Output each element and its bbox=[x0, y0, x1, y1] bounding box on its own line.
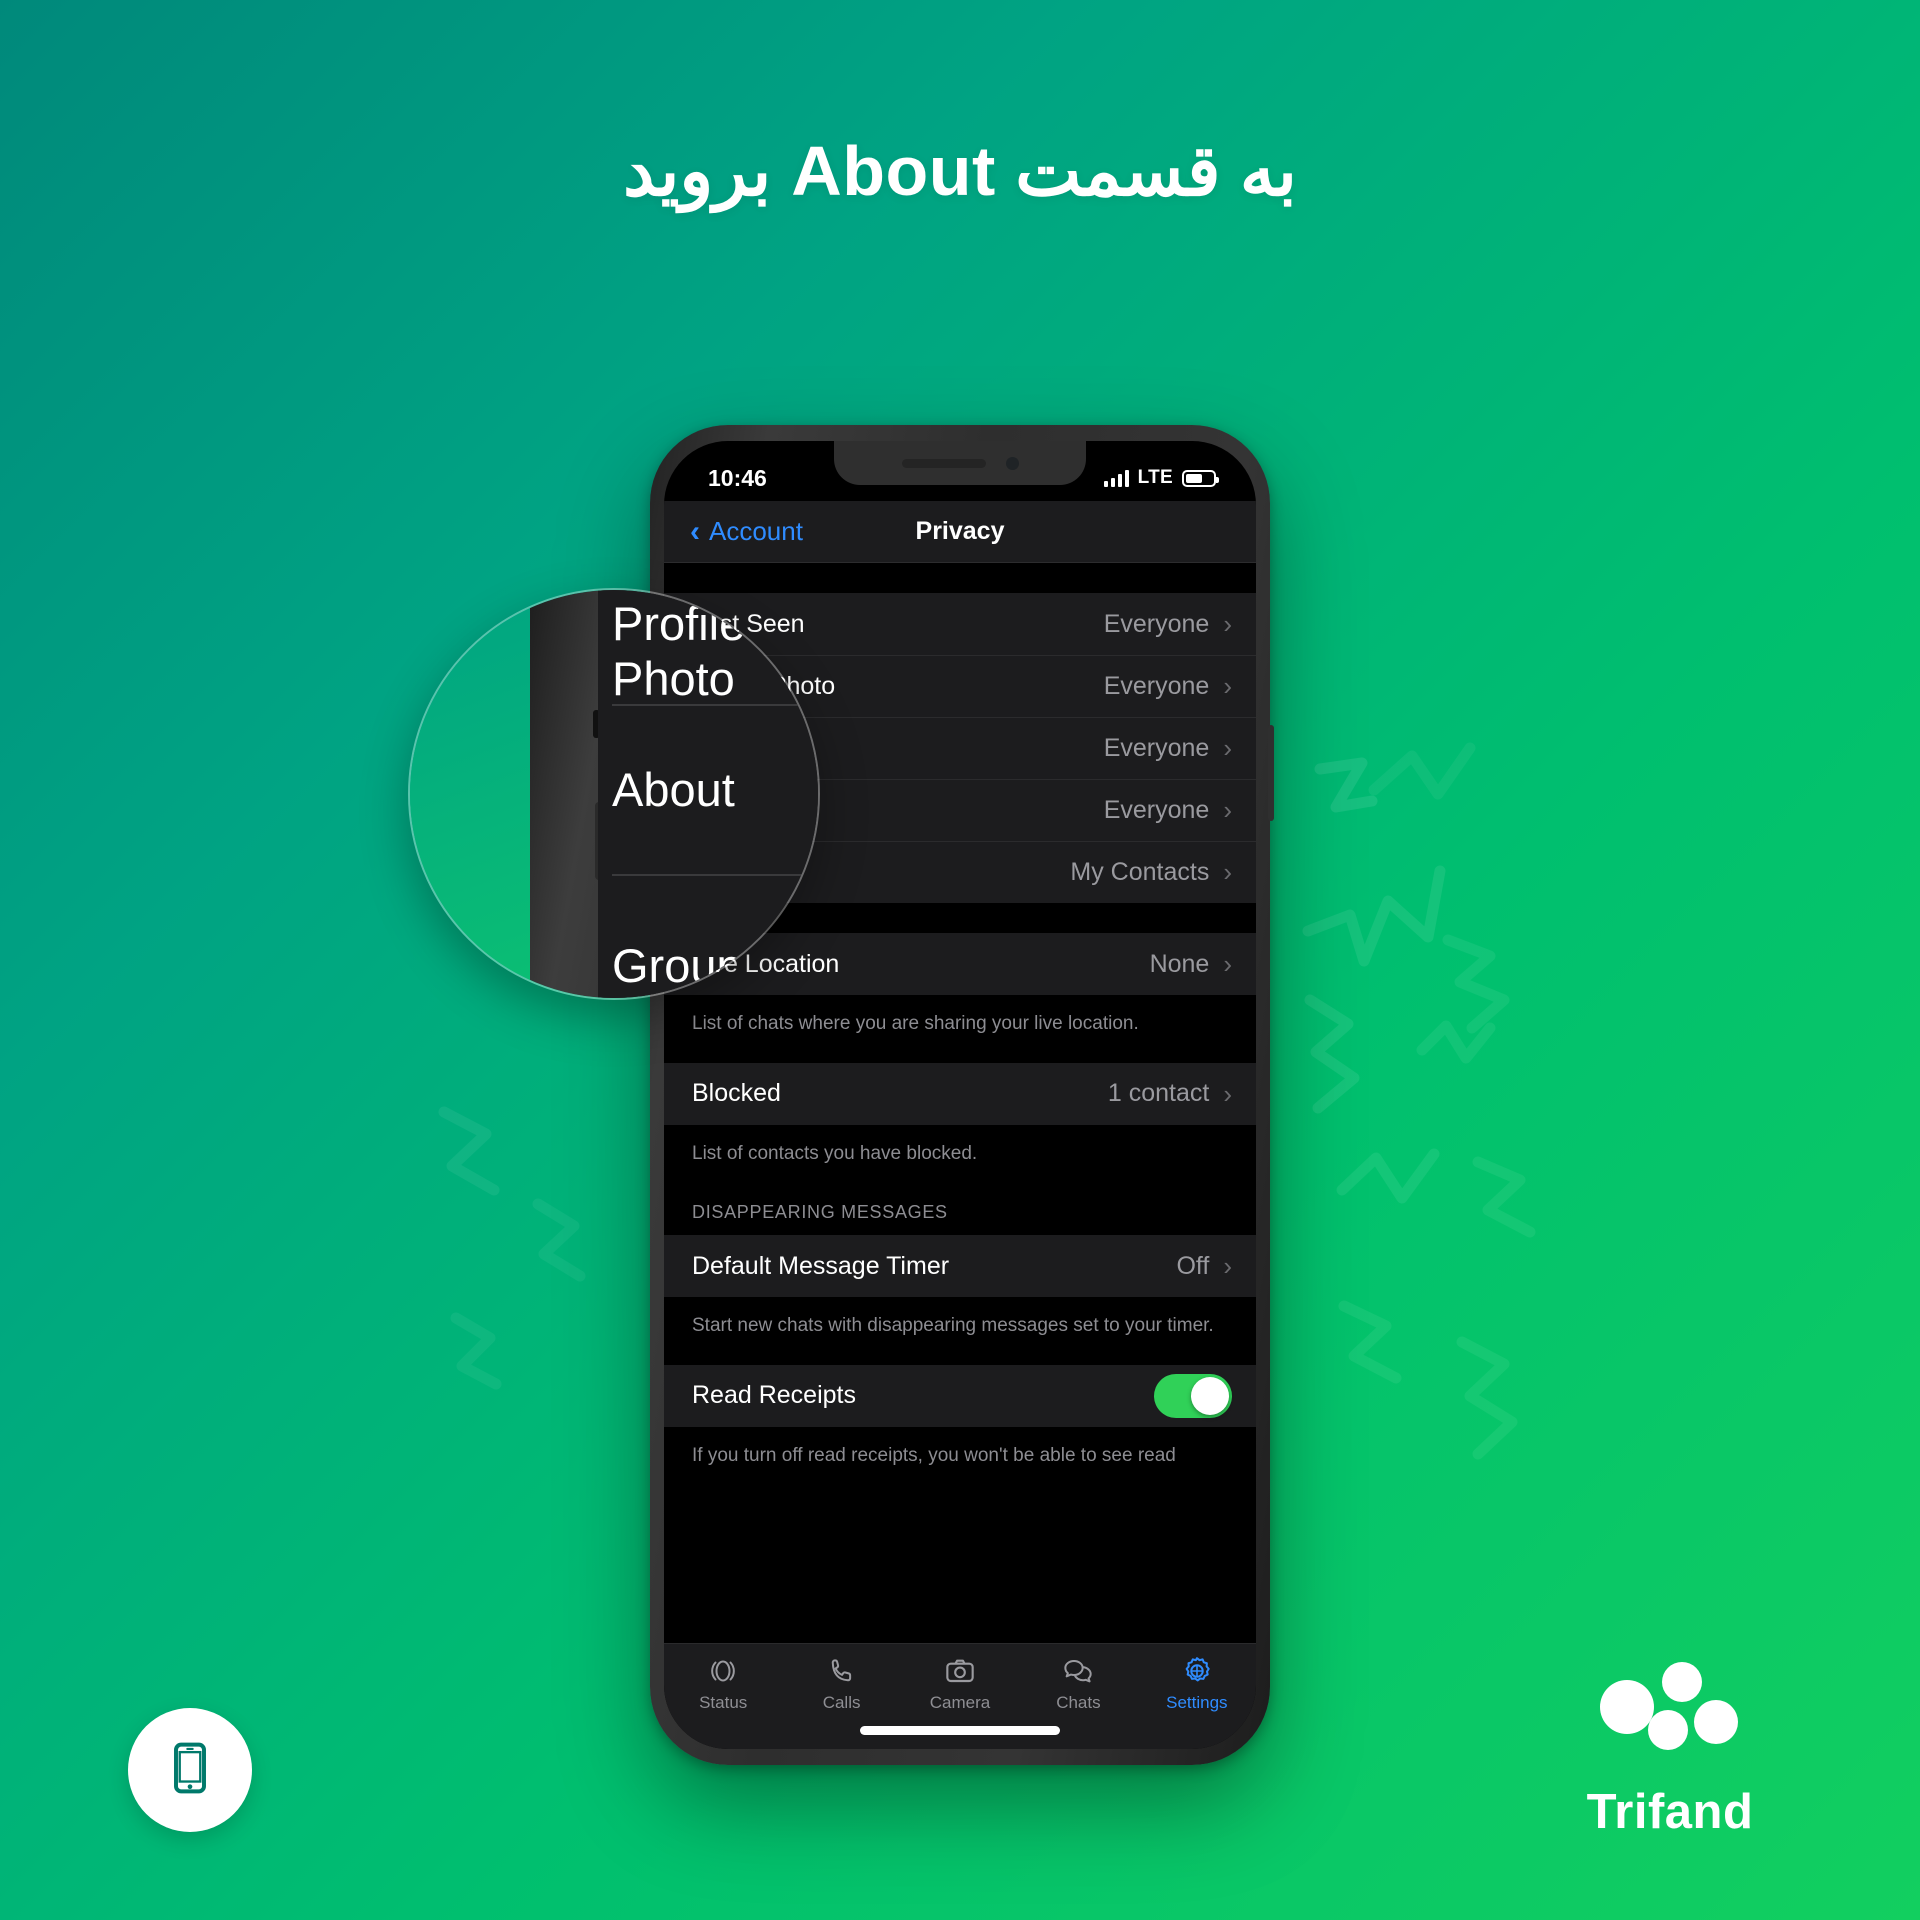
row-value: Everyone bbox=[1103, 733, 1210, 762]
page-title: به قسمت About بروید bbox=[623, 132, 1297, 210]
list-spacer bbox=[664, 563, 1256, 593]
row-label: Blocked bbox=[692, 1079, 781, 1108]
zigzag-decoration bbox=[1440, 1330, 1580, 1480]
tab-camera[interactable]: Camera bbox=[901, 1654, 1019, 1713]
magnified-separator bbox=[612, 704, 818, 706]
phone-icon bbox=[825, 1654, 859, 1688]
toggle-knob bbox=[1191, 1376, 1229, 1415]
status-rings-icon bbox=[706, 1654, 740, 1688]
brand-logo: Trifand bbox=[1510, 1662, 1830, 1840]
tab-label: Chats bbox=[1056, 1693, 1101, 1712]
tab-calls[interactable]: Calls bbox=[782, 1654, 900, 1713]
row-value: Everyone bbox=[1103, 795, 1210, 824]
row-value: None bbox=[1149, 949, 1210, 978]
default-message-timer-note: Start new chats with disappearing messag… bbox=[664, 1297, 1256, 1365]
chevron-right-icon: › bbox=[1223, 671, 1232, 701]
chevron-left-icon: ‹ bbox=[690, 514, 700, 548]
chat-bubbles-icon bbox=[1061, 1654, 1095, 1688]
magnifier-content: Profile Photo About Groups bbox=[410, 590, 818, 998]
chevron-right-icon: › bbox=[1223, 1078, 1232, 1109]
smartphone-badge bbox=[128, 1708, 252, 1832]
magnifier-lens: Profile Photo About Groups bbox=[408, 588, 820, 1000]
magnified-background bbox=[410, 590, 534, 998]
chevron-right-icon: › bbox=[1223, 857, 1232, 887]
row-default-message-timer[interactable]: Default Message Timer Off › bbox=[664, 1235, 1256, 1298]
read-receipts-toggle[interactable] bbox=[1154, 1373, 1232, 1418]
magnified-row-profile-photo: Profile Photo bbox=[612, 597, 746, 705]
row-value: 1 contact bbox=[1107, 1079, 1210, 1108]
status-bar: 10:46 LTE bbox=[664, 441, 1256, 501]
network-label: LTE bbox=[1137, 467, 1173, 488]
row-label: Read Receipts bbox=[692, 1381, 856, 1410]
live-location-note: List of chats where you are sharing your… bbox=[664, 995, 1256, 1063]
tab-label: Settings bbox=[1166, 1693, 1228, 1712]
tab-label: Status bbox=[699, 1693, 748, 1712]
magnified-row-about: About bbox=[612, 763, 735, 816]
magnified-row-groups: Groups bbox=[612, 939, 767, 992]
blocked-note: List of contacts you have blocked. bbox=[664, 1124, 1256, 1193]
tab-label: Calls bbox=[822, 1693, 861, 1712]
tab-settings[interactable]: Settings bbox=[1138, 1654, 1256, 1713]
back-button-label: Account bbox=[709, 516, 803, 546]
tab-status[interactable]: Status bbox=[664, 1654, 782, 1713]
gear-icon bbox=[1180, 1654, 1214, 1688]
status-time: 10:46 bbox=[708, 464, 767, 491]
chevron-right-icon: › bbox=[1223, 733, 1232, 763]
back-button[interactable]: ‹ Account bbox=[690, 516, 803, 547]
signal-bars-icon bbox=[1103, 469, 1129, 487]
tab-chats[interactable]: Chats bbox=[1019, 1654, 1137, 1713]
row-blocked[interactable]: Blocked 1 contact › bbox=[664, 1062, 1256, 1125]
section-header-disappearing-messages: DISAPPEARING MESSAGES bbox=[664, 1192, 1256, 1236]
row-value: Everyone bbox=[1103, 671, 1210, 700]
chevron-right-icon: › bbox=[1223, 1251, 1232, 1282]
poster-canvas: به قسمت About بروید 10:46 LTE ‹ Account … bbox=[0, 0, 1920, 1920]
chevron-right-icon: › bbox=[1223, 795, 1232, 825]
row-value: My Contacts bbox=[1070, 857, 1210, 886]
tab-label: Camera bbox=[929, 1693, 991, 1712]
zigzag-decoration bbox=[1360, 690, 1510, 820]
zigzag-decoration bbox=[440, 1300, 560, 1410]
magnified-screen: Profile Photo About Groups bbox=[598, 590, 818, 998]
chevron-right-icon: › bbox=[1223, 949, 1232, 979]
row-label: Default Message Timer bbox=[692, 1251, 950, 1280]
navigation-bar: ‹ Account Privacy bbox=[664, 501, 1256, 563]
camera-icon bbox=[943, 1654, 977, 1688]
chevron-right-icon: › bbox=[1223, 609, 1232, 639]
zigzag-decoration bbox=[1460, 1150, 1590, 1280]
home-indicator bbox=[860, 1726, 1060, 1735]
brand-name: Trifand bbox=[1586, 1785, 1754, 1839]
magnified-separator bbox=[612, 874, 818, 876]
zigzag-decoration bbox=[1410, 1010, 1530, 1100]
row-value: Off bbox=[1176, 1251, 1210, 1280]
smartphone-icon bbox=[162, 1740, 218, 1801]
zigzag-decoration bbox=[1300, 990, 1410, 1140]
zigzag-decoration bbox=[520, 1190, 650, 1310]
row-value: Everyone bbox=[1103, 609, 1210, 638]
read-receipts-note: If you turn off read receipts, you won't… bbox=[664, 1426, 1256, 1469]
row-read-receipts[interactable]: Read Receipts bbox=[664, 1364, 1256, 1427]
four-dots-logo-icon bbox=[1594, 1662, 1746, 1766]
battery-icon bbox=[1182, 469, 1219, 487]
status-indicators: LTE bbox=[1103, 467, 1219, 489]
